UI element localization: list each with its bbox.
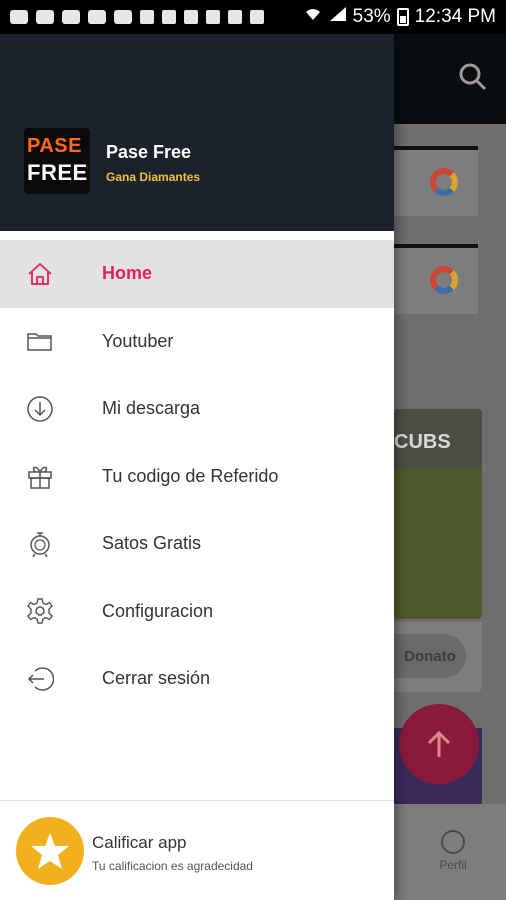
app-subtitle: Gana Diamantes [106, 170, 201, 184]
image-icon [206, 10, 220, 24]
menu-item-mi-descarga[interactable]: Mi descarga [0, 375, 394, 443]
drawer-menu: Home Youtuber Mi descarga Tu codigo de R… [0, 240, 394, 713]
menu-label: Configuracion [102, 600, 214, 621]
rate-app-subtitle: Tu calificacion es agradecidad [92, 859, 253, 873]
menu-label: Youtuber [102, 330, 174, 351]
ad-logo-icon [430, 266, 458, 294]
menu-item-satos-gratis[interactable]: Satos Gratis [0, 510, 394, 578]
donate-card: Donato [394, 622, 482, 692]
menu-label: Satos Gratis [102, 533, 202, 554]
status-bar: 53% 12:34 PM [0, 0, 506, 34]
game-image[interactable]: CUBS [394, 409, 482, 619]
arrow-up-icon [427, 730, 451, 757]
profile-icon [441, 830, 465, 854]
rate-app-footer[interactable]: Calificar app Tu calificacion es agradec… [0, 800, 394, 900]
nav-profile-label: Perfil [439, 858, 467, 872]
battery-icon [396, 8, 409, 26]
game-image-text: CUBS [394, 431, 451, 453]
wifi-icon [303, 6, 323, 28]
menu-item-youtuber[interactable]: Youtuber [0, 308, 394, 376]
menu-item-referido[interactable]: Tu codigo de Referido [0, 443, 394, 511]
gear-icon [26, 597, 54, 625]
home-icon [26, 260, 54, 288]
menu-label: Mi descarga [102, 398, 201, 419]
stopwatch-icon [26, 530, 54, 558]
nav-profile[interactable]: Perfil [434, 830, 472, 872]
youtube-icon [36, 10, 54, 24]
facebook-icon [250, 10, 264, 24]
notification-icons [10, 10, 264, 24]
news-icon [228, 10, 242, 24]
notification-icon [10, 10, 28, 24]
status-right: 53% 12:34 PM [303, 6, 496, 28]
donate-button[interactable]: Donato [394, 634, 466, 678]
gift-icon [26, 462, 54, 490]
navigation-drawer: PASE FREE Pase Free Gana Diamantes Home … [0, 34, 394, 900]
clock: 12:34 PM [414, 6, 496, 27]
battery-percent: 53% [352, 6, 391, 27]
app-logo: PASE FREE [24, 128, 90, 194]
logo-text-top: PASE [27, 135, 82, 157]
hangouts-icon [184, 10, 198, 24]
search-icon[interactable] [458, 62, 488, 92]
bottom-nav: Perfil [394, 804, 506, 900]
facebook-icon [140, 10, 154, 24]
logo-text-bottom: FREE [27, 160, 88, 185]
youtube-icon [114, 10, 132, 24]
menu-label: Home [102, 263, 153, 284]
facebook-icon [162, 10, 176, 24]
drawer-header: PASE FREE Pase Free Gana Diamantes [0, 34, 394, 231]
app-name: Pase Free [106, 142, 192, 162]
menu-label: Tu codigo de Referido [102, 465, 279, 486]
youtube-icon [62, 10, 80, 24]
youtube-icon [88, 10, 106, 24]
menu-item-configuracion[interactable]: Configuracion [0, 578, 394, 646]
menu-item-cerrar-sesion[interactable]: Cerrar sesión [0, 645, 394, 713]
download-icon [26, 395, 54, 423]
folder-icon [26, 327, 54, 355]
ad-card [394, 244, 478, 314]
logout-icon [26, 665, 54, 693]
ad-card [394, 146, 478, 216]
rate-app-title: Calificar app [92, 833, 187, 852]
ad-logo-icon [430, 168, 458, 196]
scroll-top-button[interactable] [399, 704, 479, 784]
star-icon [16, 817, 84, 885]
signal-icon [329, 6, 347, 28]
menu-item-home[interactable]: Home [0, 240, 394, 308]
menu-label: Cerrar sesión [102, 668, 211, 689]
